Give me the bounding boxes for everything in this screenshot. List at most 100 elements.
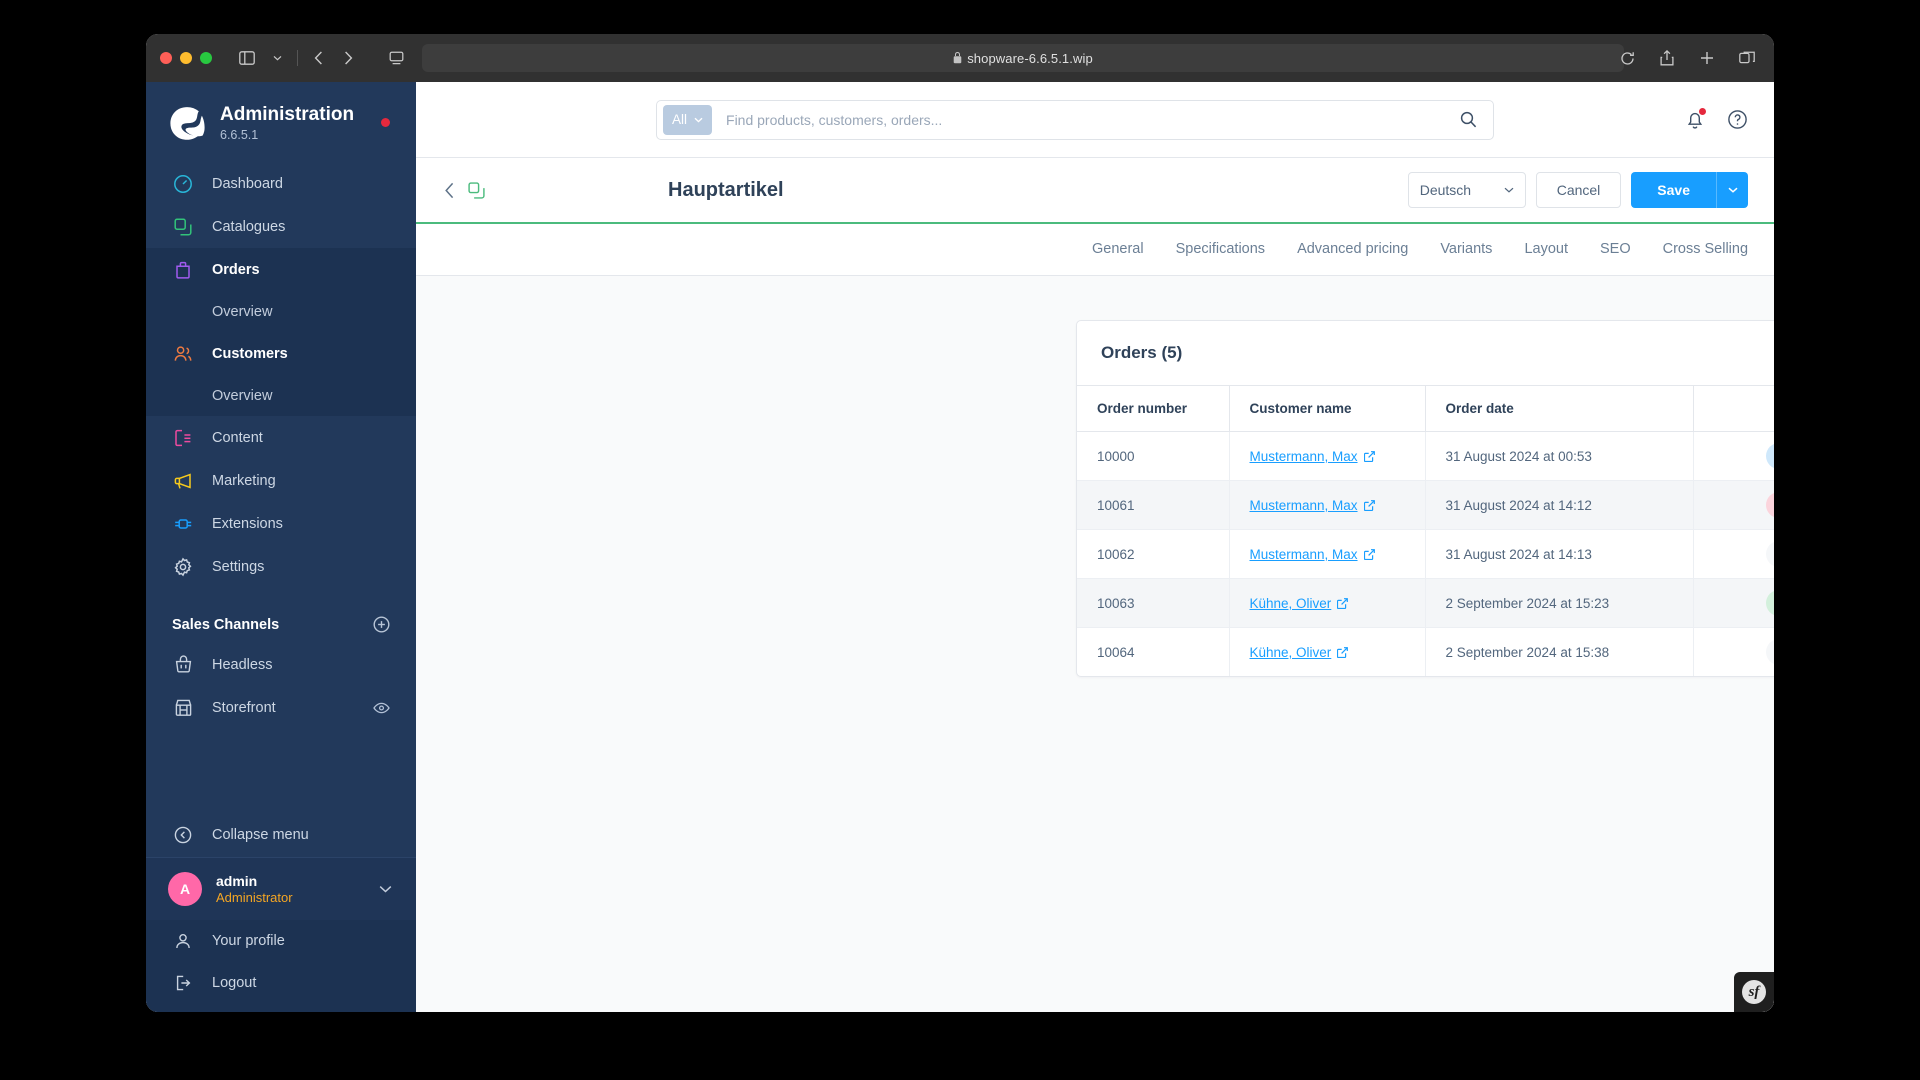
plus-circle-icon[interactable] — [373, 616, 390, 633]
sidebar-item-marketing[interactable]: Marketing — [146, 459, 416, 502]
search-scope-selector[interactable]: All — [663, 105, 712, 135]
customer-link[interactable]: Mustermann, Max — [1250, 498, 1375, 513]
tab-seo[interactable]: SEO — [1584, 224, 1647, 276]
tab-layout[interactable]: Layout — [1508, 224, 1584, 276]
close-window-button[interactable] — [160, 52, 172, 64]
collapse-menu-button[interactable]: Collapse menu — [146, 813, 416, 857]
customer-link-label: Mustermann, Max — [1250, 547, 1358, 562]
status-segment-payment-card-icon[interactable] — [1766, 541, 1774, 567]
share-icon[interactable] — [1654, 46, 1680, 70]
sidebar-item-label: Catalogues — [212, 219, 285, 235]
sidebar-item-dashboard[interactable]: Dashboard — [146, 162, 416, 205]
sidebar-item-headless[interactable]: Headless — [146, 643, 416, 686]
search-icon[interactable] — [1460, 111, 1487, 128]
customer-link[interactable]: Mustermann, Max — [1250, 547, 1375, 562]
external-link-icon — [1337, 647, 1348, 658]
eye-icon[interactable] — [373, 702, 390, 714]
cell-customer-name: Kühne, Oliver — [1229, 579, 1425, 628]
sidebar-item-settings[interactable]: Settings — [146, 545, 416, 588]
sidebar-toggle-icon[interactable] — [234, 46, 260, 70]
table-row[interactable]: 10064Kühne, Oliver2 September 2024 at 15… — [1077, 628, 1774, 677]
forward-icon[interactable] — [335, 46, 361, 70]
status-segment-payment-card-icon[interactable] — [1766, 443, 1774, 469]
cell-order-date: 2 September 2024 at 15:23 — [1425, 579, 1693, 628]
sidebar-item-label: Headless — [212, 657, 272, 673]
global-search: All — [656, 100, 1494, 140]
chevron-down-icon[interactable] — [379, 885, 392, 893]
address-bar[interactable]: shopware-6.6.5.1.wip — [422, 44, 1624, 72]
show-tabs-icon[interactable] — [1734, 46, 1760, 70]
new-tab-icon[interactable] — [1694, 46, 1720, 70]
customer-link[interactable]: Mustermann, Max — [1250, 449, 1375, 464]
sidebar-item-label: Content — [212, 430, 263, 446]
sidebar-item-storefront[interactable]: Storefront — [146, 686, 416, 729]
tab-advanced-pricing[interactable]: Advanced pricing — [1281, 224, 1424, 276]
logout-button[interactable]: Logout — [146, 962, 416, 1004]
toolbar-divider — [297, 50, 298, 66]
table-row[interactable]: 10063 Kühne, Oliver 2 September 2024 at 15… — [1077, 579, 1774, 628]
sidebar-subitem-orders-overview[interactable]: Overview — [146, 291, 416, 332]
language-select[interactable]: Deutsch — [1408, 172, 1526, 208]
save-options-chevron-down-icon[interactable] — [1716, 172, 1748, 208]
cancel-button[interactable]: Cancel — [1536, 172, 1622, 208]
brand-title: Administration — [220, 104, 354, 126]
sidebar-item-orders[interactable]: Orders — [146, 248, 416, 291]
your-profile-link[interactable]: Your profile — [146, 920, 416, 962]
sidebar-item-label: Marketing — [212, 473, 276, 489]
order-status-pill — [1766, 443, 1774, 469]
search-input[interactable] — [712, 112, 1460, 128]
cell-order-number: 10063 — [1077, 579, 1229, 628]
reload-icon[interactable] — [1614, 46, 1640, 70]
customer-link[interactable]: Kühne, Oliver — [1250, 596, 1349, 611]
order-status-pill — [1766, 590, 1774, 616]
sidebar-item-label: Dashboard — [212, 176, 283, 192]
sidebar-brand[interactable]: Administration 6.6.5.1 — [146, 82, 416, 162]
sidebar-subitem-customers-overview[interactable]: Overview — [146, 375, 416, 416]
cell-order-number: 10064 — [1077, 628, 1229, 677]
browser-toolbar: shopware-6.6.5.1.wip — [146, 34, 1774, 82]
cell-order-date: 31 August 2024 at 00:53 — [1425, 432, 1693, 481]
tab-cross-selling[interactable]: Cross Selling — [1647, 224, 1764, 276]
browser-window: shopware-6.6.5.1.wip — [146, 34, 1774, 1012]
cell-order-date: 31 August 2024 at 14:13 — [1425, 530, 1693, 579]
external-link-icon — [1364, 549, 1375, 560]
order-status-pill — [1766, 541, 1774, 567]
search-scope-label: All — [672, 112, 687, 127]
maximize-window-button[interactable] — [200, 52, 212, 64]
footer-item-label: Your profile — [212, 933, 285, 949]
bell-icon[interactable] — [1685, 109, 1705, 130]
help-circle-icon[interactable] — [1727, 109, 1748, 130]
orders-table-body: 10000Mustermann, Max31 August 2024 at 00… — [1077, 432, 1774, 677]
tab-overview-icon[interactable] — [383, 46, 409, 70]
tab-reviews[interactable]: Reviews — [1764, 224, 1774, 276]
user-name: admin — [216, 873, 293, 891]
sidebar-chevron-down-icon[interactable] — [264, 46, 290, 70]
tab-variants[interactable]: Variants — [1424, 224, 1508, 276]
customer-link[interactable]: Kühne, Oliver — [1250, 645, 1349, 660]
status-segment-payment-card-icon[interactable] — [1766, 639, 1774, 665]
tab-general[interactable]: General — [1076, 224, 1160, 276]
tab-specifications[interactable]: Specifications — [1160, 224, 1281, 276]
status-segment-payment-card-icon[interactable] — [1766, 492, 1774, 518]
page-header: Hauptartikel Deutsch Cancel Save — [416, 158, 1774, 224]
extensions-icon — [172, 513, 194, 535]
sidebar-item-extensions[interactable]: Extensions — [146, 502, 416, 545]
status-segment-payment-card-icon[interactable] — [1766, 590, 1774, 616]
column-order-date: Order date — [1425, 386, 1693, 432]
save-button[interactable]: Save — [1631, 172, 1716, 208]
customer-link-label: Mustermann, Max — [1250, 449, 1358, 464]
sidebar-item-customers[interactable]: Customers — [146, 332, 416, 375]
table-row[interactable]: 10061Mustermann, Max31 August 2024 at 14… — [1077, 481, 1774, 530]
user-menu-toggle[interactable]: A admin Administrator — [146, 857, 416, 920]
minimize-window-button[interactable] — [180, 52, 192, 64]
sidebar-item-catalogues[interactable]: Catalogues — [146, 205, 416, 248]
sidebar-item-content[interactable]: Content — [146, 416, 416, 459]
chevron-left-icon[interactable] — [438, 176, 461, 205]
user-role: Administrator — [216, 890, 293, 905]
marketing-icon — [172, 470, 194, 492]
symfony-profiler-badge[interactable]: sf — [1734, 972, 1774, 1012]
table-row[interactable]: 10000Mustermann, Max31 August 2024 at 00… — [1077, 432, 1774, 481]
table-row[interactable]: 10062Mustermann, Max31 August 2024 at 14… — [1077, 530, 1774, 579]
catalogues-icon[interactable] — [467, 181, 486, 200]
back-icon[interactable] — [305, 46, 331, 70]
